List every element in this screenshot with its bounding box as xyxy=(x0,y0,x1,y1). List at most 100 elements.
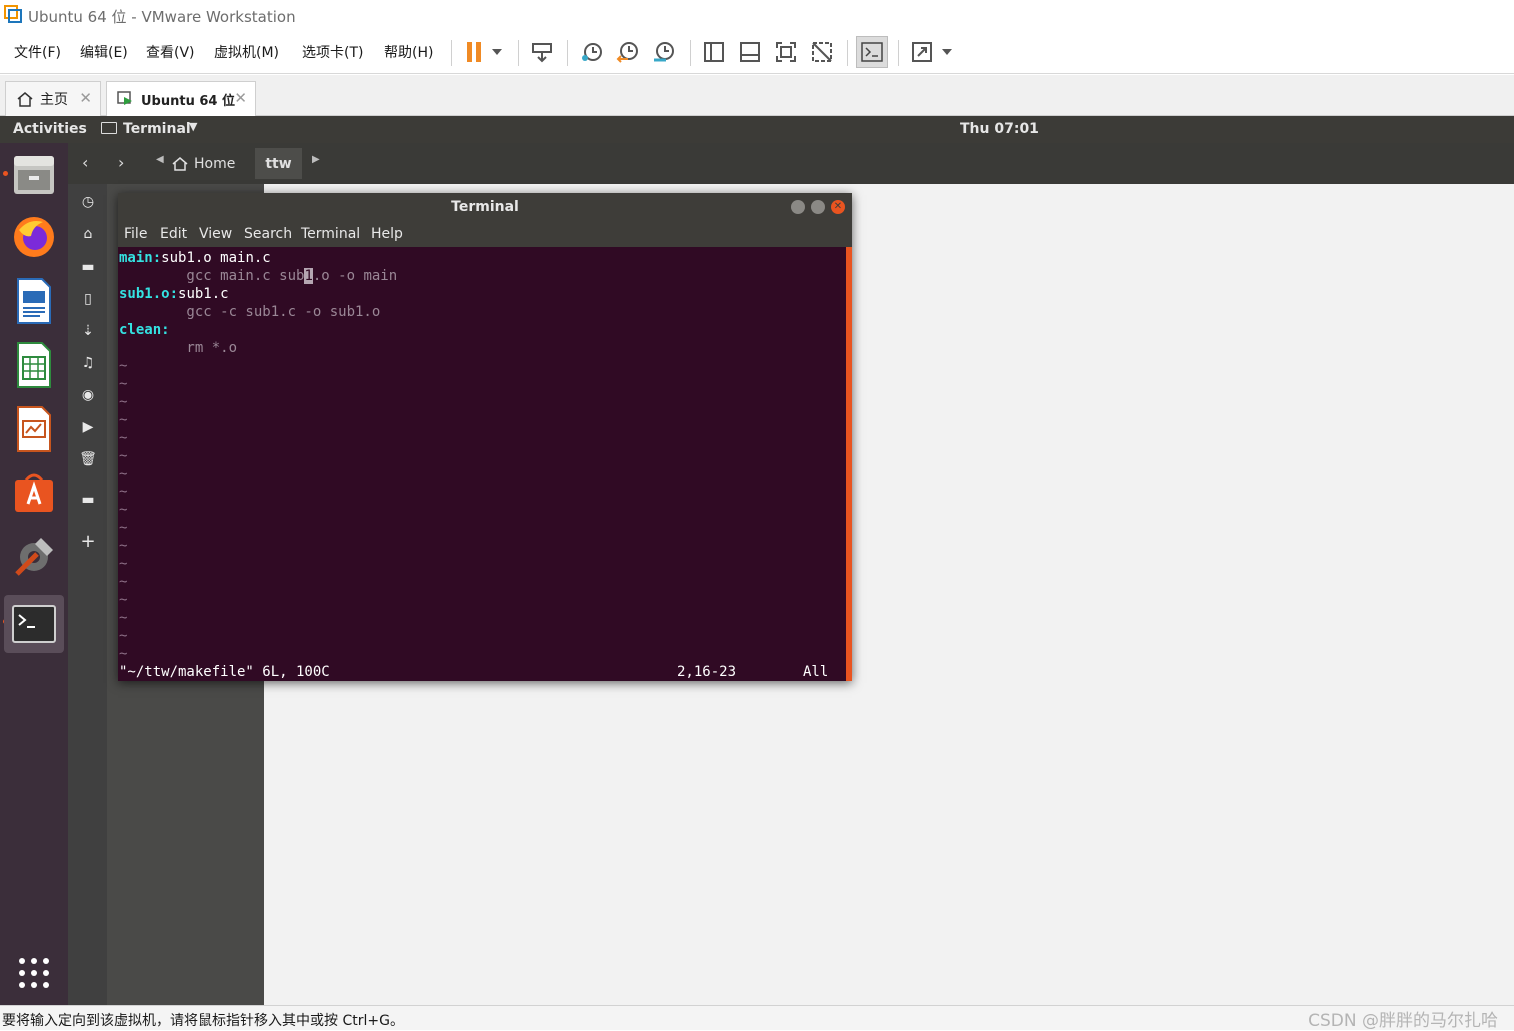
add-icon[interactable]: + xyxy=(78,531,98,552)
full-screen-icon[interactable] xyxy=(772,38,800,66)
tab-home[interactable]: 主页 ✕ xyxy=(5,81,101,116)
vim-empty-line-marker: ~ xyxy=(119,466,128,482)
settings-icon[interactable] xyxy=(8,531,60,583)
snapshot-icon[interactable] xyxy=(578,38,606,66)
documents-icon[interactable]: ▯ xyxy=(78,289,98,309)
clock[interactable]: Thu 07:01 xyxy=(960,121,1039,137)
trash-icon[interactable]: 🗑 xyxy=(78,449,98,469)
vmware-logo-icon xyxy=(4,5,22,23)
downloads-icon[interactable]: ⇣ xyxy=(78,321,98,341)
stretch-icon[interactable] xyxy=(908,38,936,66)
menu-help[interactable]: 帮助(H) xyxy=(384,42,433,62)
calc-icon[interactable] xyxy=(8,339,60,391)
writer-icon[interactable] xyxy=(8,275,60,327)
vmware-tabbar: 主页 ✕ Ubuntu 64 位 ✕ xyxy=(0,75,1514,116)
pause-icon[interactable] xyxy=(460,38,488,66)
toolbar-separator xyxy=(518,40,519,66)
vim-empty-line-marker: ~ xyxy=(119,358,128,374)
breadcrumb-home-label: Home xyxy=(194,155,236,172)
editor-line: main:sub1.o main.c xyxy=(119,250,271,266)
editor-line: gcc main.c sub1.o -o main xyxy=(119,268,398,284)
home-icon[interactable]: ⌂ xyxy=(78,224,98,244)
menu-tabs[interactable]: 选项卡(T) xyxy=(302,42,363,62)
menu-file[interactable]: 文件(F) xyxy=(14,42,61,62)
console-view-icon[interactable] xyxy=(856,36,888,68)
breadcrumb-home[interactable]: Home xyxy=(172,148,252,179)
unity-icon[interactable] xyxy=(808,38,836,66)
tab-home-label: 主页 xyxy=(40,92,68,108)
terminal-menu-edit[interactable]: Edit xyxy=(160,226,187,242)
desktop-folder-icon[interactable]: ▬ xyxy=(78,257,98,277)
terminal-menu-help[interactable]: Help xyxy=(371,226,403,242)
terminal-icon[interactable] xyxy=(4,595,64,653)
vim-empty-line-marker: ~ xyxy=(119,592,128,608)
watermark: CSDN @胖胖的马尔扎哈 xyxy=(1308,1011,1498,1031)
vim-empty-line-marker: ~ xyxy=(119,628,128,644)
send-ctrl-alt-del-icon[interactable] xyxy=(528,38,556,66)
toolbar-separator xyxy=(451,40,452,66)
vim-empty-line-marker: ~ xyxy=(119,556,128,572)
vim-status-file: "~/ttw/makefile" 6L, 100C xyxy=(119,664,330,680)
tab-ubuntu[interactable]: Ubuntu 64 位 ✕ xyxy=(106,81,256,116)
chevron-down-icon[interactable]: ▼ xyxy=(189,120,197,133)
thumbnail-bar-icon[interactable] xyxy=(736,38,764,66)
menu-vm[interactable]: 虚拟机(M) xyxy=(214,42,279,62)
terminal-title: Terminal xyxy=(451,199,519,215)
terminal-menu-terminal[interactable]: Terminal xyxy=(301,226,360,242)
vim-status-position: 2,16-23 xyxy=(677,664,737,680)
path-right-arrow-icon[interactable]: ▶ xyxy=(312,154,320,165)
vim-empty-line-marker: ~ xyxy=(119,610,128,626)
forward-icon[interactable]: › xyxy=(118,153,124,172)
dropdown-arrow-icon[interactable] xyxy=(486,38,508,66)
vim-empty-line-marker: ~ xyxy=(119,376,128,392)
vim-empty-line-marker: ~ xyxy=(119,394,128,410)
close-icon[interactable]: ✕ xyxy=(79,89,92,107)
recent-icon[interactable]: ◷ xyxy=(78,192,98,212)
close-icon[interactable]: ✕ xyxy=(234,89,247,107)
minimize-icon[interactable] xyxy=(791,200,805,214)
stretch-dropdown-icon[interactable] xyxy=(936,38,958,66)
toolbar-separator xyxy=(690,40,691,66)
back-icon[interactable]: ‹ xyxy=(82,153,88,172)
other-locations-icon[interactable]: ▬ xyxy=(78,490,98,510)
path-left-arrow-icon[interactable]: ◀ xyxy=(156,154,164,165)
app-menu-terminal[interactable]: Terminal xyxy=(123,121,191,137)
terminal-menu-view[interactable]: View xyxy=(199,226,232,242)
maximize-icon[interactable] xyxy=(811,200,825,214)
text-cursor: 1 xyxy=(304,268,313,284)
vm-icon xyxy=(117,91,132,105)
terminal-menubar: File Edit View Search Terminal Help xyxy=(118,222,852,247)
terminal-content[interactable]: main:sub1.o main.c gcc main.c sub1.o -o … xyxy=(118,247,846,681)
vim-empty-line-marker: ~ xyxy=(119,646,128,662)
firefox-icon[interactable] xyxy=(8,211,60,263)
activities-button[interactable]: Activities xyxy=(13,121,87,137)
terminal-titlebar[interactable]: Terminal ✕ xyxy=(118,193,852,222)
ubuntu-topbar: Activities Terminal ▼ Thu 07:01 xyxy=(0,116,1514,143)
videos-icon[interactable]: ▶ xyxy=(78,417,98,437)
terminal-menu-search[interactable]: Search xyxy=(244,226,292,242)
terminal-window[interactable]: Terminal ✕ File Edit View Search Termina… xyxy=(118,193,852,681)
editor-line: gcc -c sub1.c -o sub1.o xyxy=(119,304,381,320)
show-applications-icon[interactable] xyxy=(8,947,60,999)
files-icon[interactable] xyxy=(8,149,60,201)
menu-edit[interactable]: 编辑(E) xyxy=(80,42,128,62)
revert-snapshot-icon[interactable] xyxy=(614,38,642,66)
editor-line: rm *.o xyxy=(119,340,238,356)
close-icon[interactable]: ✕ xyxy=(831,200,845,214)
breadcrumb-current[interactable]: ttw xyxy=(255,148,302,179)
music-icon[interactable]: ♫ xyxy=(78,353,98,373)
impress-icon[interactable] xyxy=(8,403,60,455)
terminal-menu-file[interactable]: File xyxy=(124,226,147,242)
toolbar-separator xyxy=(898,40,899,66)
vim-empty-line-marker: ~ xyxy=(119,430,128,446)
library-view-icon[interactable] xyxy=(700,38,728,66)
toolbar-separator xyxy=(567,40,568,66)
terminal-scrollbar[interactable] xyxy=(846,247,852,681)
menu-view[interactable]: 查看(V) xyxy=(146,42,195,62)
software-icon[interactable] xyxy=(8,467,60,519)
files-headerbar: ‹ › ◀ Home ttw ▶ xyxy=(68,143,1514,184)
snapshot-manager-icon[interactable] xyxy=(650,38,678,66)
pictures-icon[interactable]: ◉ xyxy=(78,385,98,405)
toolbar-separator xyxy=(847,40,848,66)
vmware-menubar: 文件(F) 编辑(E) 查看(V) 虚拟机(M) 选项卡(T) 帮助(H) xyxy=(0,30,1514,74)
